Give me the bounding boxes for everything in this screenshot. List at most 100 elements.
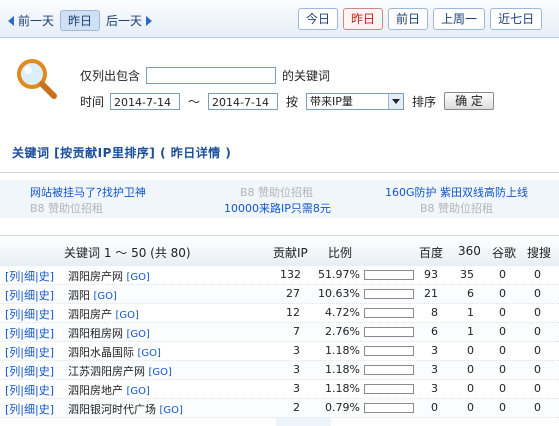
row-ratio-bar	[364, 289, 414, 299]
sort-label: 排序	[412, 94, 437, 109]
row-360: 0	[467, 363, 474, 376]
sponsor-strip: 网站被挂马了?找护卫神 B8 赞助位招租 B8 赞助位招租 10000来路IP只…	[0, 180, 559, 218]
magnifier-icon	[17, 59, 57, 99]
table-row: [列|细|史] 泗阳房地产 [GO] 3 1.18% 3 0 0 0	[0, 380, 559, 399]
row-keyword-text: 泗阳房产	[68, 308, 112, 321]
row-contrib-ip: 7	[293, 325, 300, 338]
tab-last-week[interactable]: 上周一	[433, 8, 486, 30]
confirm-button[interactable]: 确 定	[444, 92, 494, 110]
header-keyword[interactable]: 关键词 1 ～ 50 (共 80)	[64, 244, 191, 261]
row-keyword-text: 江苏泗阳房产网	[68, 365, 145, 378]
row-detail-links[interactable]: [列|细|史]	[5, 363, 54, 379]
top-nav-bar: 前一天 昨日 后一天 今日 昨日 前日 上周一 近七日	[0, 0, 559, 38]
row-ratio-bar	[364, 384, 414, 394]
row-detail-links[interactable]: [列|细|史]	[5, 382, 54, 398]
next-day-link[interactable]: 后一天	[100, 10, 158, 31]
row-go-link[interactable]: [GO]	[116, 310, 139, 321]
row-contrib-ip: 132	[280, 268, 301, 281]
row-contrib-ip: 3	[293, 363, 300, 376]
table-row: [列|细|史] 泗阳 [GO] 27 10.63% 21 6 0 0	[0, 285, 559, 304]
row-detail-links[interactable]: [列|细|史]	[5, 268, 54, 284]
row-detail-links[interactable]: [列|细|史]	[5, 325, 54, 341]
table-header: 关键词 1 ～ 50 (共 80) 贡献IP 比例 百度 360 谷歌 搜搜	[0, 235, 559, 267]
range-tabs: 今日 昨日 前日 上周一 近七日	[298, 8, 543, 30]
row-google: 0	[499, 363, 506, 376]
ad-slot-4[interactable]: B8 赞助位招租	[240, 184, 313, 200]
header-contrib-ip[interactable]: 贡献IP	[273, 244, 308, 261]
row-ratio-bar	[364, 365, 414, 375]
row-ratio-bar	[364, 403, 414, 413]
row-keyword: 泗阳租房网 [GO]	[68, 325, 150, 341]
row-contrib-ip: 27	[286, 287, 300, 300]
sort-select[interactable]: 带来IP量	[306, 92, 405, 110]
header-sogou[interactable]: 搜搜	[527, 244, 551, 261]
row-keyword: 泗阳房地产 [GO]	[68, 382, 150, 398]
only-contains-label: 仅列出包含	[80, 69, 141, 83]
row-go-link[interactable]: [GO]	[138, 348, 161, 359]
arrow-left-icon	[8, 15, 14, 26]
row-keyword: 泗阳 [GO]	[68, 287, 117, 303]
keyword-filter-row: 仅列出包含 的关键词	[80, 67, 330, 84]
header-ratio: 比例	[328, 246, 353, 260]
row-keyword: 泗阳水晶国际 [GO]	[68, 344, 161, 360]
row-baidu: 93	[424, 268, 438, 281]
row-baidu: 3	[431, 363, 438, 376]
date-filter-row: 时间 2014-7-14 ～ 2014-7-14 按 带来IP量 排序 确 定	[80, 92, 494, 110]
row-go-link[interactable]: [GO]	[127, 329, 150, 340]
row-baidu: 6	[431, 325, 438, 338]
row-baidu: 8	[431, 306, 438, 319]
row-360: 0	[467, 344, 474, 357]
row-360: 0	[467, 401, 474, 414]
keyword-input[interactable]	[146, 67, 277, 84]
chevron-down-icon	[388, 93, 404, 109]
row-go-link[interactable]: [GO]	[127, 272, 150, 283]
ad-link-3[interactable]: 160G防护 紫田双线高防上线	[385, 184, 528, 200]
row-detail-links[interactable]: [列|细|史]	[5, 344, 54, 360]
row-sogou: 0	[534, 344, 541, 357]
row-go-link[interactable]: [GO]	[127, 386, 150, 397]
row-go-link[interactable]: [GO]	[160, 405, 183, 416]
row-ratio: 51.97%	[318, 268, 360, 281]
row-keyword: 泗阳房产网 [GO]	[68, 268, 150, 284]
row-sogou: 0	[534, 287, 541, 300]
row-google: 0	[499, 401, 506, 414]
prev-day-link[interactable]: 前一天	[2, 10, 60, 31]
day-navigation: 前一天 昨日 后一天	[2, 10, 158, 31]
ad-slot-6[interactable]: B8 赞助位招租	[420, 200, 493, 216]
row-detail-links[interactable]: [列|细|史]	[5, 306, 54, 322]
row-ratio: 0.79%	[325, 401, 360, 414]
ad-link-5[interactable]: 10000来路IP只需8元	[224, 200, 331, 216]
row-google: 0	[499, 344, 506, 357]
row-ratio-bar	[364, 270, 414, 280]
ad-link-1[interactable]: 网站被挂马了?找护卫神	[30, 184, 146, 200]
tab-last-seven-days[interactable]: 近七日	[490, 8, 543, 30]
header-google[interactable]: 谷歌	[492, 244, 516, 261]
ad-slot-2[interactable]: B8 赞助位招租	[30, 200, 103, 216]
row-contrib-ip: 3	[293, 382, 300, 395]
next-day-label: 后一天	[106, 14, 143, 28]
header-baidu[interactable]: 百度	[419, 244, 443, 261]
row-go-link[interactable]: [GO]	[94, 291, 117, 302]
row-keyword-text: 泗阳房地产	[68, 384, 123, 397]
row-keyword-text: 泗阳房产网	[68, 270, 123, 283]
sort-select-value: 带来IP量	[310, 94, 353, 108]
row-go-link[interactable]: [GO]	[149, 367, 172, 378]
row-keyword-text: 泗阳水晶国际	[68, 346, 134, 359]
row-ratio: 1.18%	[325, 344, 360, 357]
row-360: 1	[467, 325, 474, 338]
row-baidu: 0	[431, 401, 438, 414]
date-to-input[interactable]: 2014-7-14	[208, 92, 279, 110]
row-detail-links[interactable]: [列|细|史]	[5, 401, 54, 417]
tab-yesterday[interactable]: 昨日	[343, 8, 384, 30]
tab-today[interactable]: 今日	[298, 8, 339, 30]
row-ratio-bar	[364, 346, 414, 356]
row-ratio: 10.63%	[318, 287, 360, 300]
row-detail-links[interactable]: [列|细|史]	[5, 287, 54, 303]
date-from-input[interactable]: 2014-7-14	[110, 92, 181, 110]
arrow-right-icon	[146, 15, 153, 26]
row-ratio: 4.72%	[325, 306, 360, 319]
row-google: 0	[499, 325, 506, 338]
tab-day-before[interactable]: 前日	[388, 8, 429, 30]
header-360[interactable]: 360	[458, 244, 481, 258]
date-range-separator: ～	[188, 94, 201, 109]
